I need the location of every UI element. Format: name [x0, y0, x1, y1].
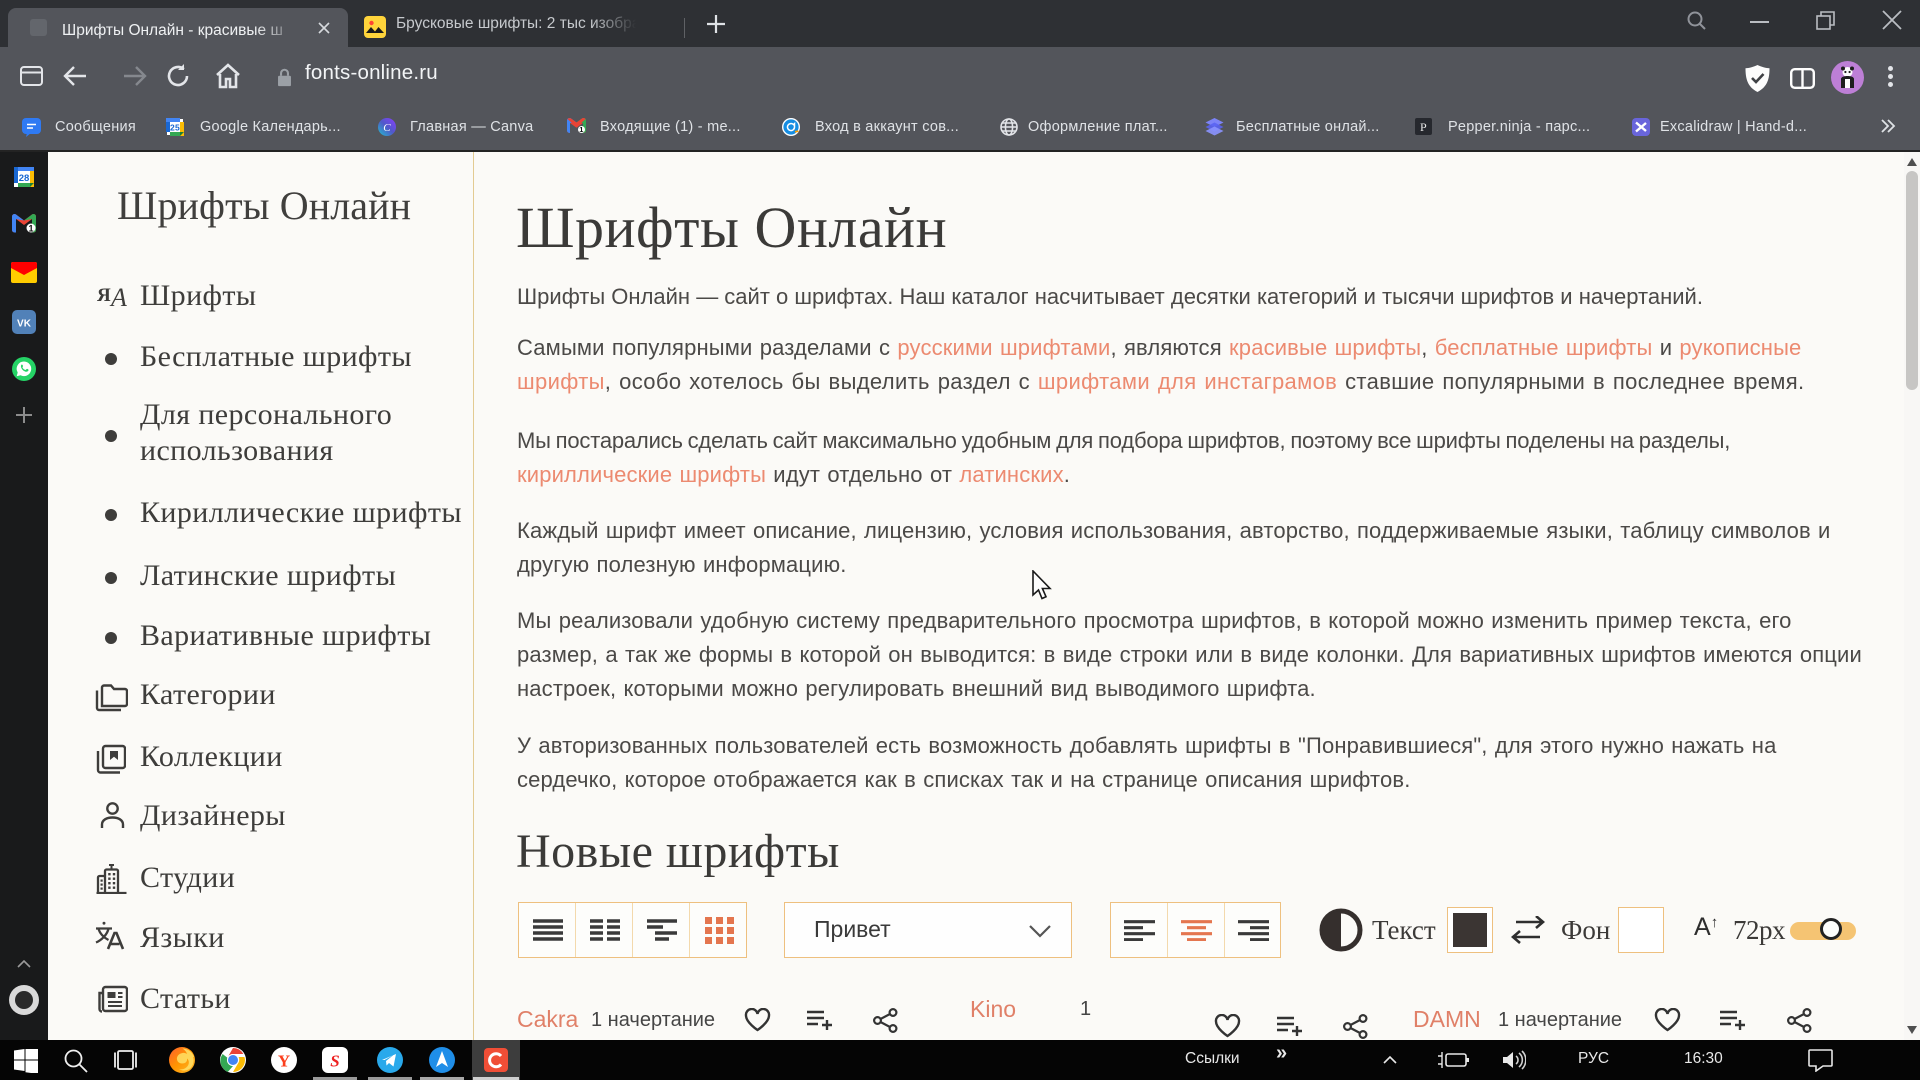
svg-text:VK: VK: [17, 319, 32, 330]
svg-text:C: C: [383, 122, 391, 134]
svg-text:Y: Y: [278, 1052, 290, 1071]
svg-text:S: S: [330, 1052, 339, 1071]
svg-text:25: 25: [170, 123, 180, 133]
svg-text:P: P: [1420, 120, 1427, 134]
svg-text:1: 1: [579, 125, 583, 133]
svg-text:1: 1: [28, 223, 33, 233]
svg-text:28: 28: [19, 173, 30, 184]
